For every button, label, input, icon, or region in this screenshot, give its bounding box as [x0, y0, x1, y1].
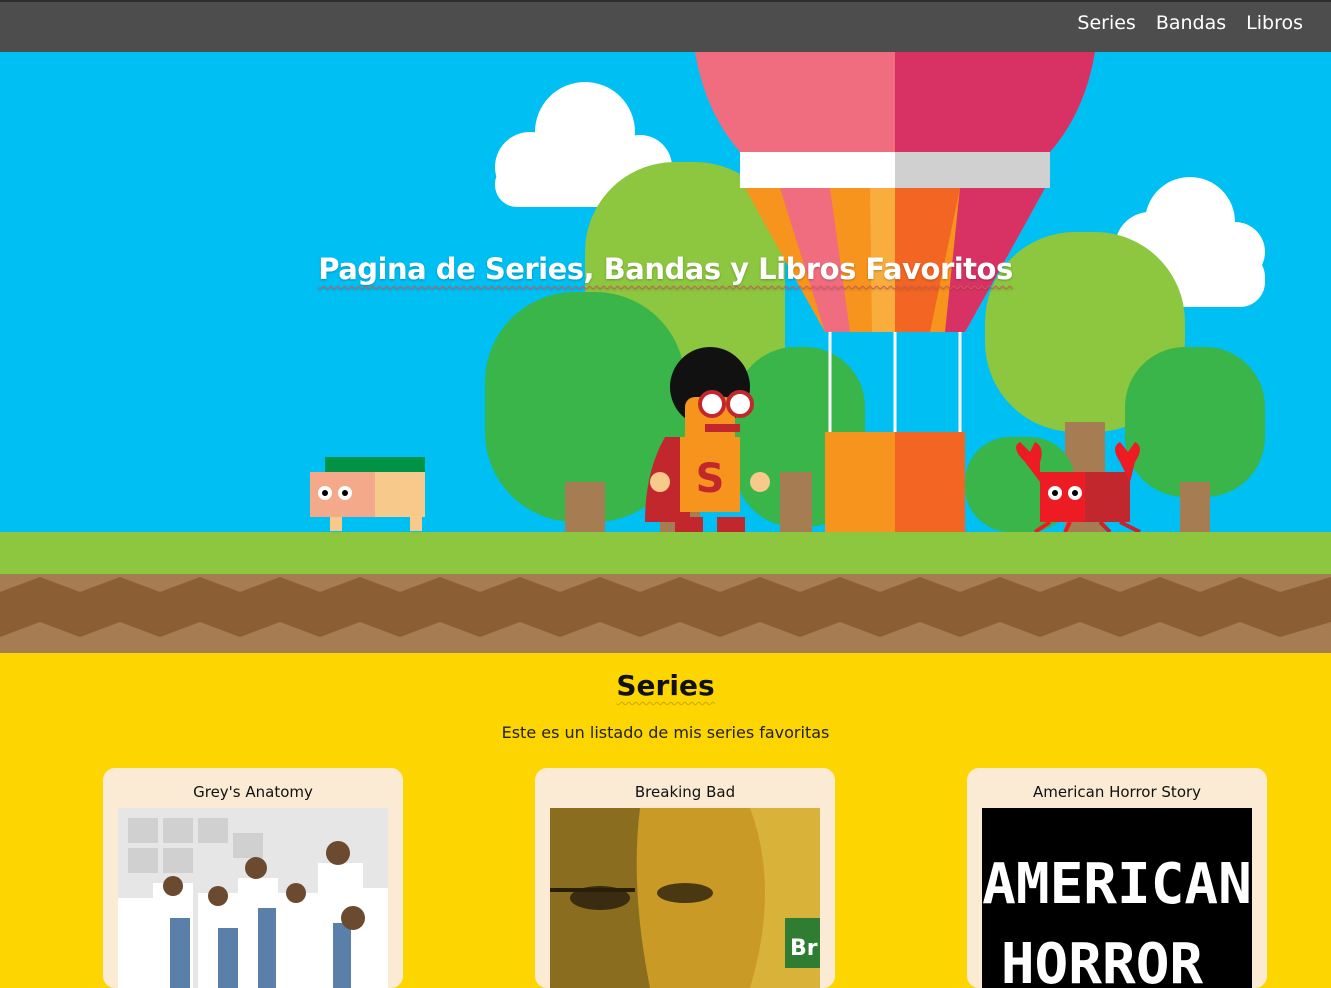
- series-section: Series Este es un listado de mis series …: [0, 653, 1331, 988]
- section-subtitle: Este es un listado de mis series favorit…: [501, 723, 830, 742]
- nav-links: Series Bandas Libros: [1077, 12, 1303, 34]
- nav-link-bandas[interactable]: Bandas: [1156, 12, 1226, 34]
- tree-far-right: [1125, 347, 1265, 532]
- section-title: Series: [0, 669, 1331, 702]
- hero-letter-s: S: [696, 456, 725, 502]
- ahs-poster-line2: HORROR: [1001, 932, 1204, 988]
- nav-link-libros[interactable]: Libros: [1246, 12, 1303, 34]
- nav-link-series[interactable]: Series: [1077, 12, 1135, 34]
- breaking-bad-badge: Br: [790, 936, 818, 961]
- poster-image-greys-anatomy: [118, 808, 388, 988]
- grass-strip: [0, 532, 1331, 574]
- series-card-breaking-bad[interactable]: Breaking Bad Br: [535, 768, 835, 988]
- series-card-greys-anatomy[interactable]: Grey's Anatomy: [103, 768, 403, 988]
- top-navbar: Series Bandas Libros: [0, 0, 1331, 52]
- card-title: Grey's Anatomy: [193, 783, 313, 801]
- card-title: American Horror Story: [1032, 783, 1202, 801]
- hero-illustration: S: [0, 52, 1331, 653]
- poster-image-american-horror-story: AMERICAN HORROR: [982, 808, 1252, 988]
- hero-title: Pagina de Series, Bandas y Libros Favori…: [0, 252, 1331, 286]
- turtle-character: [310, 457, 425, 531]
- ahs-poster-line1: AMERICAN: [982, 852, 1252, 917]
- poster-image-breaking-bad: Br: [550, 808, 820, 988]
- series-card-american-horror-story[interactable]: American Horror Story AMERICAN HORROR: [967, 768, 1267, 988]
- hero-title-text: Pagina de Series, Bandas y Libros Favori…: [318, 252, 1013, 286]
- card-title: Breaking Bad: [634, 783, 736, 801]
- hero-banner: S Pagina de Series, Bandas y Libros Favo…: [0, 52, 1331, 653]
- section-title-text: Series: [616, 669, 715, 702]
